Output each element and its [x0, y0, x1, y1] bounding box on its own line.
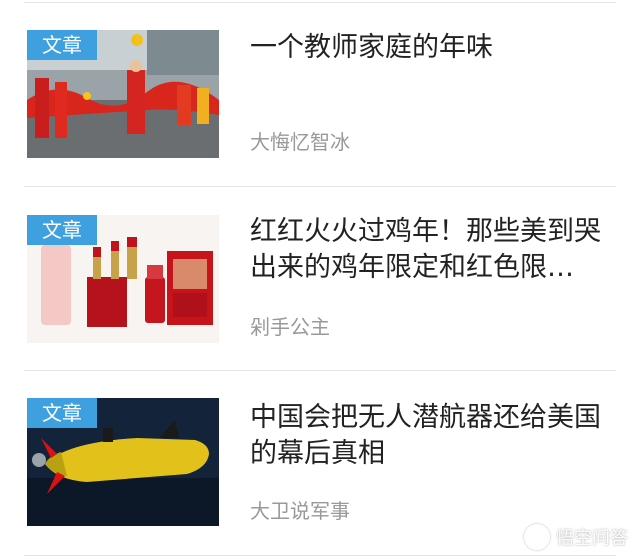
article-title[interactable]: 一个教师家庭的年味	[250, 30, 615, 66]
wukong-logo-icon	[524, 524, 550, 550]
watermark: 悟空问答	[524, 524, 628, 550]
article-badge: 文章	[27, 30, 97, 60]
article-title[interactable]: 中国会把无人潜航器还给美国的幕后真相	[250, 400, 615, 472]
feed-item[interactable]: 文章 一个教师家庭的年味 大悔忆智冰	[0, 0, 640, 186]
watermark-text: 悟空问答	[556, 528, 628, 549]
article-badge: 文章	[27, 398, 97, 428]
item-divider	[24, 555, 616, 556]
article-thumbnail[interactable]: 文章	[27, 215, 219, 343]
article-thumbnail[interactable]: 文章	[27, 30, 219, 158]
article-thumbnail[interactable]: 文章	[27, 398, 219, 526]
article-author[interactable]: 大悔忆智冰	[250, 126, 350, 155]
feed-item[interactable]: 文章 红红火火过鸡年！那些美到哭出来的鸡年限定和红色限… 剁手公主	[0, 186, 640, 372]
article-author[interactable]: 剁手公主	[250, 311, 330, 340]
article-badge: 文章	[27, 215, 97, 245]
article-author[interactable]: 大卫说军事	[250, 495, 350, 524]
article-title[interactable]: 红红火火过鸡年！那些美到哭出来的鸡年限定和红色限…	[250, 214, 615, 286]
